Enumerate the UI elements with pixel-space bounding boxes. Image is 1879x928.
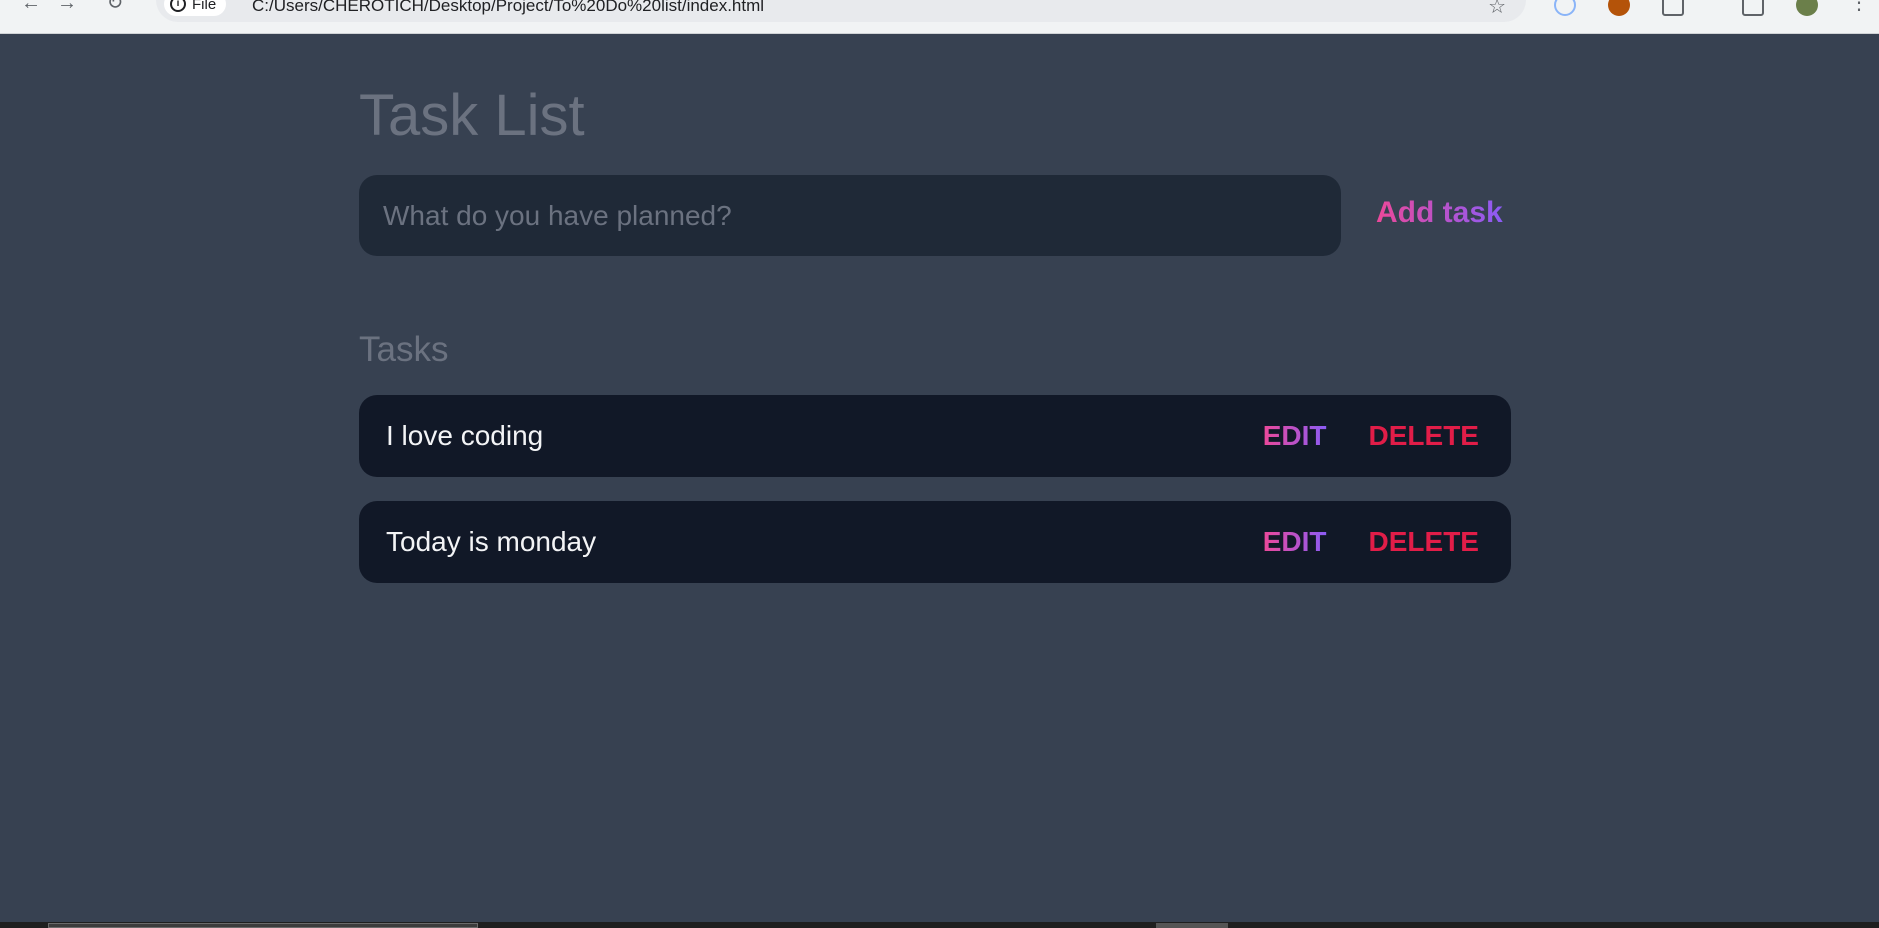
delete-task-button[interactable]: DELETE: [1369, 420, 1479, 452]
shield-extension-icon[interactable]: [1554, 0, 1576, 16]
task-item: Today is monday EDIT DELETE: [359, 501, 1511, 583]
page-title: Task List: [359, 83, 585, 148]
side-panel-icon[interactable]: [1742, 0, 1764, 16]
tasks-heading: Tasks: [359, 330, 449, 369]
back-icon[interactable]: ←: [20, 0, 42, 14]
address-bar[interactable]: i File C:/Users/CHEROTICH/Desktop/Projec…: [156, 0, 1526, 22]
add-task-button[interactable]: Add task: [1376, 196, 1503, 230]
cookie-extension-icon[interactable]: [1608, 0, 1630, 16]
reload-icon[interactable]: ↻: [104, 0, 126, 14]
scrollbar-marker: [1156, 923, 1228, 928]
url-text[interactable]: C:/Users/CHEROTICH/Desktop/Project/To%20…: [252, 0, 764, 16]
horizontal-scrollbar-thumb[interactable]: [48, 923, 478, 928]
task-list: I love coding EDIT DELETE Today is monda…: [359, 395, 1511, 607]
site-chip-label: File: [192, 0, 217, 13]
edit-task-button[interactable]: EDIT: [1263, 420, 1327, 452]
info-icon: i: [170, 0, 186, 12]
extensions-puzzle-icon[interactable]: [1662, 0, 1684, 16]
profile-avatar[interactable]: [1796, 0, 1818, 16]
forward-icon[interactable]: →: [56, 0, 78, 14]
task-text: I love coding: [386, 420, 544, 451]
site-info-chip[interactable]: i File: [164, 0, 227, 16]
edit-task-button[interactable]: EDIT: [1263, 526, 1327, 558]
delete-task-button[interactable]: DELETE: [1369, 526, 1479, 558]
task-text: Today is monday: [386, 526, 597, 557]
task-item: I love coding EDIT DELETE: [359, 395, 1511, 477]
browser-toolbar: ← → ↻ i File C:/Users/CHEROTICH/Desktop/…: [0, 0, 1879, 34]
new-task-input[interactable]: [359, 175, 1341, 256]
menu-kebab-icon[interactable]: ⋮: [1848, 0, 1870, 14]
bookmark-star-icon[interactable]: ☆: [1488, 0, 1506, 19]
